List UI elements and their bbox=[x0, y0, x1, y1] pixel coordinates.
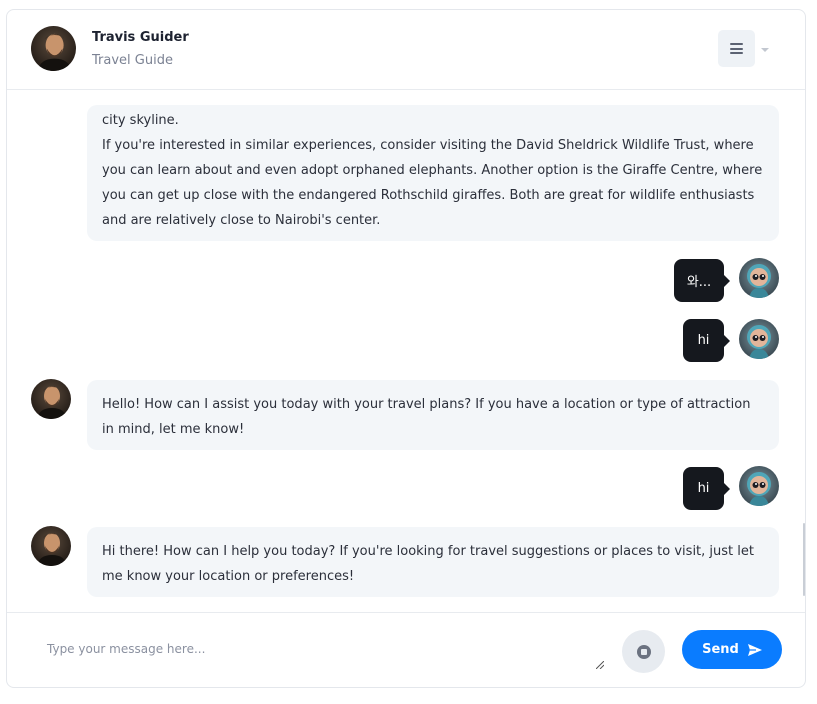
user-message: hi bbox=[683, 319, 730, 362]
user-message-text: hi bbox=[697, 481, 710, 496]
paper-plane-icon bbox=[747, 643, 762, 656]
bot-message: city skyline. If you're interested in si… bbox=[87, 105, 779, 241]
user-avatar bbox=[739, 258, 779, 298]
guide-avatar bbox=[31, 379, 71, 419]
bot-message-text: Hello! How can I assist you today with y… bbox=[102, 397, 751, 437]
send-button[interactable]: Send bbox=[682, 630, 782, 669]
message-input[interactable] bbox=[31, 627, 609, 673]
user-avatar bbox=[739, 319, 779, 359]
user-message-text: hi bbox=[697, 333, 710, 348]
menu-button[interactable] bbox=[718, 30, 755, 67]
user-message: 와... bbox=[674, 259, 730, 302]
resize-grip-icon[interactable] bbox=[596, 661, 604, 669]
bot-message-text: Hi there! How can I help you today? If y… bbox=[102, 544, 754, 584]
guide-avatar bbox=[31, 526, 71, 566]
stop-button[interactable] bbox=[622, 630, 665, 673]
message-list[interactable]: city skyline. If you're interested in si… bbox=[7, 91, 805, 612]
user-message: hi bbox=[683, 467, 730, 510]
hamburger-menu-icon bbox=[730, 43, 743, 54]
bot-message-text: If you're interested in similar experien… bbox=[102, 138, 763, 228]
scrollbar-thumb[interactable] bbox=[803, 523, 805, 596]
guide-name: Travis Guider bbox=[92, 30, 189, 45]
chevron-down-icon[interactable] bbox=[761, 48, 769, 52]
guide-role: Travel Guide bbox=[92, 53, 173, 68]
bot-message-text: city skyline. bbox=[102, 113, 179, 128]
stop-circle-icon bbox=[636, 644, 651, 659]
bot-message: Hi there! How can I help you today? If y… bbox=[87, 527, 779, 597]
composer: Send bbox=[7, 612, 805, 687]
chat-window: Travis Guider Travel Guide city skyline.… bbox=[6, 9, 806, 688]
guide-avatar bbox=[31, 26, 76, 71]
user-message-text: 와... bbox=[686, 275, 712, 290]
bot-message: Hello! How can I assist you today with y… bbox=[87, 380, 779, 450]
user-avatar bbox=[739, 466, 779, 506]
send-label: Send bbox=[702, 642, 739, 657]
chat-header: Travis Guider Travel Guide bbox=[7, 10, 805, 90]
